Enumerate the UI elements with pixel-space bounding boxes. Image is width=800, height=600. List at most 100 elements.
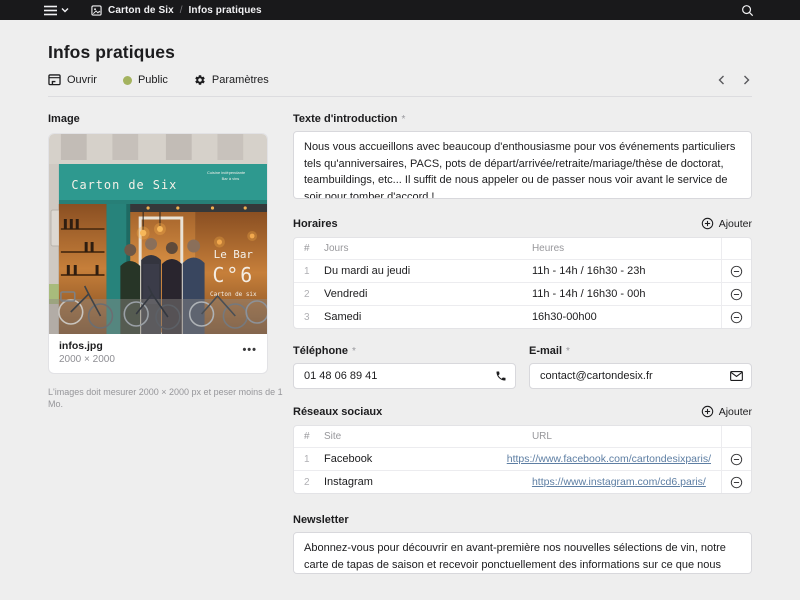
topbar: Carton de Six / Infos pratiques xyxy=(0,0,800,20)
minus-circle-icon xyxy=(730,311,743,324)
awning-text: Carton de Six xyxy=(71,178,177,192)
page-title: Infos pratiques xyxy=(48,42,752,63)
image-menu-button[interactable]: ••• xyxy=(242,344,257,362)
row-number: 1 xyxy=(294,448,324,470)
toolbar-divider xyxy=(48,96,752,97)
email-label-text: E-mail xyxy=(529,345,562,357)
social-url-link[interactable]: https://www.facebook.com/cartondesixpari… xyxy=(507,453,711,465)
remove-row-button[interactable] xyxy=(730,311,743,324)
heures-cell: 11h - 14h / 16h30 - 23h xyxy=(532,260,721,282)
horaires-row[interactable]: 2 Vendredi 11h - 14h / 16h30 - 00h xyxy=(294,282,751,305)
reseaux-add-button[interactable]: Ajouter xyxy=(701,405,752,418)
jours-cell: Du mardi au jeudi xyxy=(324,260,532,282)
reseaux-row[interactable]: 2 Instagram https://www.instagram.com/cd… xyxy=(294,470,751,493)
col-actions-header xyxy=(721,426,751,447)
newsletter-textarea[interactable]: Abonnez-vous pour découvrir en avant-pre… xyxy=(293,532,752,574)
window-lebar-text: Le Bar xyxy=(214,248,254,261)
settings-button[interactable]: Paramètres xyxy=(194,74,269,86)
col-actions-header xyxy=(721,238,751,259)
search-button[interactable] xyxy=(741,4,754,17)
contact-fields: Téléphone * E-mail * xyxy=(293,345,752,389)
search-icon xyxy=(741,4,754,17)
gear-icon xyxy=(194,74,206,86)
publish-status-button[interactable]: Public xyxy=(123,74,168,86)
row-number: 2 xyxy=(294,471,324,493)
telephone-field: Téléphone * xyxy=(293,345,516,389)
required-asterisk: * xyxy=(566,346,570,357)
col-num-header: # xyxy=(294,426,324,447)
settings-button-label: Paramètres xyxy=(212,74,269,86)
remove-row-button[interactable] xyxy=(730,476,743,489)
jours-cell: Samedi xyxy=(324,306,532,328)
breadcrumb-page-link[interactable]: Infos pratiques xyxy=(189,5,262,16)
horaires-title: Horaires xyxy=(293,218,338,230)
horaires-add-label: Ajouter xyxy=(719,218,752,230)
status-dot-icon xyxy=(123,76,132,85)
chevron-down-icon xyxy=(61,7,69,13)
image-card: Carton de Six Cuisine indépendante Bar à… xyxy=(48,133,268,374)
email-field: E-mail * xyxy=(529,345,752,389)
open-button[interactable]: Ouvrir xyxy=(48,74,97,86)
col-num-header: # xyxy=(294,238,324,259)
horaires-row[interactable]: 3 Samedi 16h30-00h00 xyxy=(294,305,751,328)
email-input[interactable] xyxy=(529,363,752,389)
site-cell: Facebook xyxy=(324,448,507,470)
reseaux-row[interactable]: 1 Facebook https://www.facebook.com/cart… xyxy=(294,447,751,470)
breadcrumb-site-link[interactable]: Carton de Six xyxy=(108,5,174,16)
image-dimensions: 2000 × 2000 xyxy=(59,353,115,366)
horaires-add-button[interactable]: Ajouter xyxy=(701,217,752,230)
horaires-row[interactable]: 1 Du mardi au jeudi 11h - 14h / 16h30 - … xyxy=(294,259,751,282)
email-label: E-mail * xyxy=(529,345,752,357)
site-cell: Instagram xyxy=(324,471,532,493)
window-c6-logo: C°6 xyxy=(212,264,254,287)
remove-row-button[interactable] xyxy=(730,288,743,301)
breadcrumb-separator: / xyxy=(180,5,183,16)
row-number: 3 xyxy=(294,306,324,328)
main-menu-button[interactable] xyxy=(44,5,69,16)
telephone-input[interactable] xyxy=(293,363,516,389)
breadcrumb: Carton de Six / Infos pratiques xyxy=(91,5,262,16)
reseaux-table: # Site URL 1 Facebook https://www.facebo… xyxy=(293,425,752,494)
open-button-label: Ouvrir xyxy=(67,74,97,86)
row-number: 2 xyxy=(294,283,324,305)
required-asterisk: * xyxy=(352,346,356,357)
chevron-left-icon xyxy=(718,75,725,85)
minus-circle-icon xyxy=(730,265,743,278)
reseaux-section-head: Réseaux sociaux Ajouter xyxy=(293,405,752,418)
plus-circle-icon xyxy=(701,217,714,230)
horaires-section-head: Horaires Ajouter xyxy=(293,217,752,230)
prev-page-button[interactable] xyxy=(718,75,725,85)
col-heures-header: Heures xyxy=(532,238,721,259)
toolbar: Ouvrir Public Paramètres xyxy=(48,74,752,86)
chevron-right-icon xyxy=(743,75,750,85)
heures-cell: 16h30-00h00 xyxy=(532,306,721,328)
required-asterisk: * xyxy=(401,114,405,125)
awning-subtext-1: Cuisine indépendante xyxy=(207,170,246,175)
site-icon xyxy=(91,5,102,16)
intro-label-text: Texte d'introduction xyxy=(293,113,397,125)
remove-row-button[interactable] xyxy=(730,453,743,466)
jours-cell: Vendredi xyxy=(324,283,532,305)
col-url-header: URL xyxy=(532,426,721,447)
status-label: Public xyxy=(138,74,168,86)
social-url-link[interactable]: https://www.instagram.com/cd6.paris/ xyxy=(532,476,706,488)
minus-circle-icon xyxy=(730,476,743,489)
minus-circle-icon xyxy=(730,288,743,301)
intro-textarea[interactable]: Nous vous accueillons avec beaucoup d'en… xyxy=(293,131,752,199)
plus-circle-icon xyxy=(701,405,714,418)
row-number: 1 xyxy=(294,260,324,282)
col-site-header: Site xyxy=(324,426,532,447)
intro-label: Texte d'introduction * xyxy=(293,113,752,125)
image-helper-text: L'images doit mesurer 2000 × 2000 px et … xyxy=(48,386,298,411)
heures-cell: 11h - 14h / 16h30 - 00h xyxy=(532,283,721,305)
reseaux-header-row: # Site URL xyxy=(294,426,751,447)
reseaux-add-label: Ajouter xyxy=(719,406,752,418)
telephone-label: Téléphone * xyxy=(293,345,516,357)
hamburger-icon xyxy=(44,5,57,16)
next-page-button[interactable] xyxy=(743,75,750,85)
storefront-photo[interactable]: Carton de Six Cuisine indépendante Bar à… xyxy=(49,134,267,334)
minus-circle-icon xyxy=(730,453,743,466)
horaires-header-row: # Jours Heures xyxy=(294,238,751,259)
image-label: Image xyxy=(48,113,268,125)
remove-row-button[interactable] xyxy=(730,265,743,278)
